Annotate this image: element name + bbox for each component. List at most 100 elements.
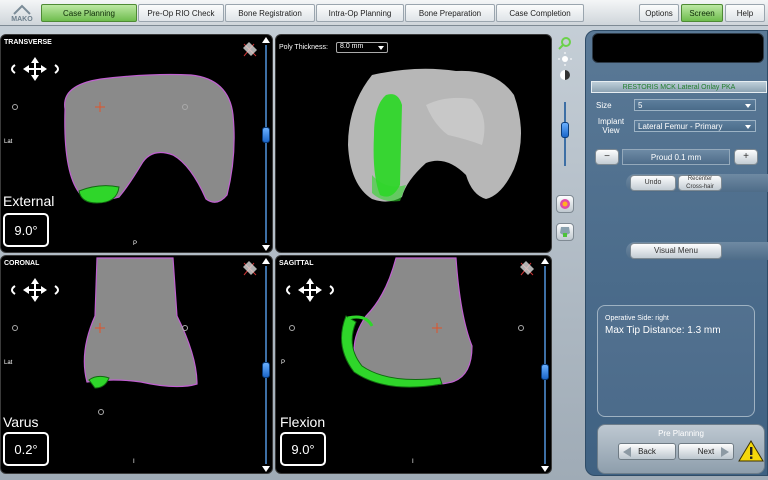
operative-info-box: Operative Side: right Max Tip Distance: … bbox=[597, 305, 755, 417]
tab-case-planning[interactable]: Case Planning bbox=[41, 4, 137, 22]
poly-thickness-label: Poly Thickness: bbox=[279, 44, 328, 51]
tab-bone-registration[interactable]: Bone Registration bbox=[225, 4, 315, 22]
coronal-slice-slider[interactable] bbox=[261, 258, 271, 472]
help-button[interactable]: Help bbox=[725, 4, 765, 22]
poly-thickness-value: 8.0 mm bbox=[340, 43, 364, 50]
angle-value: 0.2° bbox=[14, 441, 38, 457]
window-level-slider[interactable] bbox=[560, 94, 570, 174]
scroll-up-arrow-icon[interactable] bbox=[541, 258, 549, 264]
implant-title: RESTORIS MCK Lateral Onlay PKA bbox=[591, 81, 767, 93]
orientation-label: Lat bbox=[4, 360, 13, 366]
decrease-proud-button[interactable]: − bbox=[595, 149, 619, 165]
orientation-label: Lat bbox=[4, 139, 13, 145]
back-button[interactable]: Back bbox=[618, 443, 676, 460]
recenter-label: Recenter Cross-hair bbox=[686, 176, 714, 190]
undo-label: Undo bbox=[644, 179, 662, 186]
pan-rotate-icon[interactable] bbox=[7, 55, 67, 83]
angle-value-box: 9.0° bbox=[280, 432, 326, 466]
view-title: CORONAL bbox=[4, 260, 40, 267]
screen-button[interactable]: Screen bbox=[681, 4, 723, 22]
landmark-marker bbox=[182, 104, 188, 110]
zoom-icon[interactable] bbox=[558, 36, 572, 50]
view-tools-bar bbox=[554, 34, 578, 474]
options-button[interactable]: Options bbox=[639, 4, 679, 22]
arrow-left-icon bbox=[623, 447, 631, 457]
orientation-label: I bbox=[412, 459, 414, 465]
sagittal-slice-slider[interactable] bbox=[540, 258, 550, 472]
slider-thumb[interactable] bbox=[262, 362, 270, 378]
scroll-down-arrow-icon[interactable] bbox=[262, 245, 270, 251]
contrast-icon[interactable] bbox=[558, 68, 572, 82]
brightness-icon[interactable] bbox=[558, 52, 572, 66]
increase-proud-button[interactable]: + bbox=[734, 149, 758, 165]
size-value: 5 bbox=[638, 100, 643, 110]
scroll-up-arrow-icon[interactable] bbox=[262, 37, 270, 43]
slider-thumb[interactable] bbox=[262, 127, 270, 143]
landmark-marker bbox=[289, 325, 295, 331]
transverse-slice-slider[interactable] bbox=[261, 37, 271, 251]
poly-thickness-select[interactable]: 8.0 mm bbox=[336, 42, 388, 53]
color-wheel-button[interactable] bbox=[556, 195, 574, 213]
angle-name: Varus bbox=[3, 414, 39, 430]
landmark-marker bbox=[12, 104, 18, 110]
recenter-crosshair-button[interactable]: Recenter Cross-hair bbox=[678, 175, 722, 191]
tab-label: Case Completion bbox=[509, 8, 571, 18]
tab-intra-op-planning[interactable]: Intra-Op Planning bbox=[316, 4, 404, 22]
landmark-marker bbox=[518, 325, 524, 331]
color-wheel-icon bbox=[560, 199, 570, 209]
operative-side-text: Operative Side: right bbox=[605, 315, 669, 322]
options-label: Options bbox=[645, 8, 673, 18]
arrow-right-icon bbox=[721, 447, 729, 457]
angle-value: 9.0° bbox=[14, 222, 38, 238]
scroll-down-arrow-icon[interactable] bbox=[541, 466, 549, 472]
slider-track bbox=[265, 45, 267, 243]
sagittal-viewport[interactable]: SAGITTAL P I Flexion 9.0° bbox=[275, 255, 552, 474]
slider-thumb[interactable] bbox=[541, 364, 549, 380]
visual-menu-button[interactable]: Visual Menu bbox=[630, 243, 722, 259]
minus-icon: − bbox=[604, 151, 610, 162]
size-select[interactable]: 5 bbox=[634, 99, 756, 111]
scroll-up-arrow-icon[interactable] bbox=[262, 258, 270, 264]
visual-menu-label: Visual Menu bbox=[654, 246, 698, 255]
implant-title-text: RESTORIS MCK Lateral Onlay PKA bbox=[622, 83, 736, 91]
bone-icon bbox=[560, 227, 570, 237]
message-display bbox=[592, 33, 764, 63]
stage-navigation: Pre Planning Back Next bbox=[597, 424, 765, 474]
warning-icon[interactable] bbox=[738, 439, 764, 463]
3d-femur-model bbox=[348, 68, 521, 202]
orientation-label: P bbox=[281, 360, 286, 366]
mako-app-window: MAKO Case Planning Pre-Op RIO Check Bone… bbox=[0, 0, 768, 480]
logo-text: MAKO bbox=[11, 16, 33, 23]
tab-label: Pre-Op RIO Check bbox=[147, 8, 215, 18]
plus-icon: + bbox=[743, 151, 749, 162]
next-label: Next bbox=[697, 447, 715, 456]
3d-viewport[interactable]: Poly Thickness: 8.0 mm bbox=[275, 34, 552, 253]
landmark-marker bbox=[182, 325, 188, 331]
slider-thumb[interactable] bbox=[561, 122, 569, 138]
help-label: Help bbox=[736, 8, 754, 18]
undo-button[interactable]: Undo bbox=[630, 175, 676, 191]
tab-bone-preparation[interactable]: Bone Preparation bbox=[405, 4, 495, 22]
tab-pre-op-rio-check[interactable]: Pre-Op RIO Check bbox=[138, 4, 224, 22]
pan-rotate-icon[interactable] bbox=[282, 276, 342, 304]
angle-value-box: 0.2° bbox=[3, 432, 49, 466]
pan-rotate-icon[interactable] bbox=[7, 276, 67, 304]
angle-name: Flexion bbox=[280, 414, 326, 430]
chevron-down-icon bbox=[745, 125, 751, 129]
angle-value: 9.0° bbox=[291, 441, 315, 457]
implant-view-select[interactable]: Lateral Femur - Primary bbox=[634, 120, 756, 132]
tab-label: Case Planning bbox=[62, 8, 116, 18]
max-tip-distance-text: Max Tip Distance: 1.3 mm bbox=[605, 325, 721, 336]
angle-name: External bbox=[3, 193, 55, 209]
transverse-viewport[interactable]: TRANSVERSE Lat P External 9.0° bbox=[0, 34, 273, 253]
implant-view-label: Implant View bbox=[597, 117, 625, 135]
tab-case-completion[interactable]: Case Completion bbox=[496, 4, 584, 22]
view-title: SAGITTAL bbox=[279, 260, 314, 267]
chevron-down-icon bbox=[378, 46, 384, 50]
femur-model-button[interactable] bbox=[556, 223, 574, 241]
stage-label: Pre Planning bbox=[658, 429, 704, 438]
back-label: Back bbox=[638, 447, 656, 456]
scroll-down-arrow-icon[interactable] bbox=[262, 466, 270, 472]
coronal-viewport[interactable]: CORONAL Lat I Varus 0.2° bbox=[0, 255, 273, 474]
next-button[interactable]: Next bbox=[678, 443, 734, 460]
